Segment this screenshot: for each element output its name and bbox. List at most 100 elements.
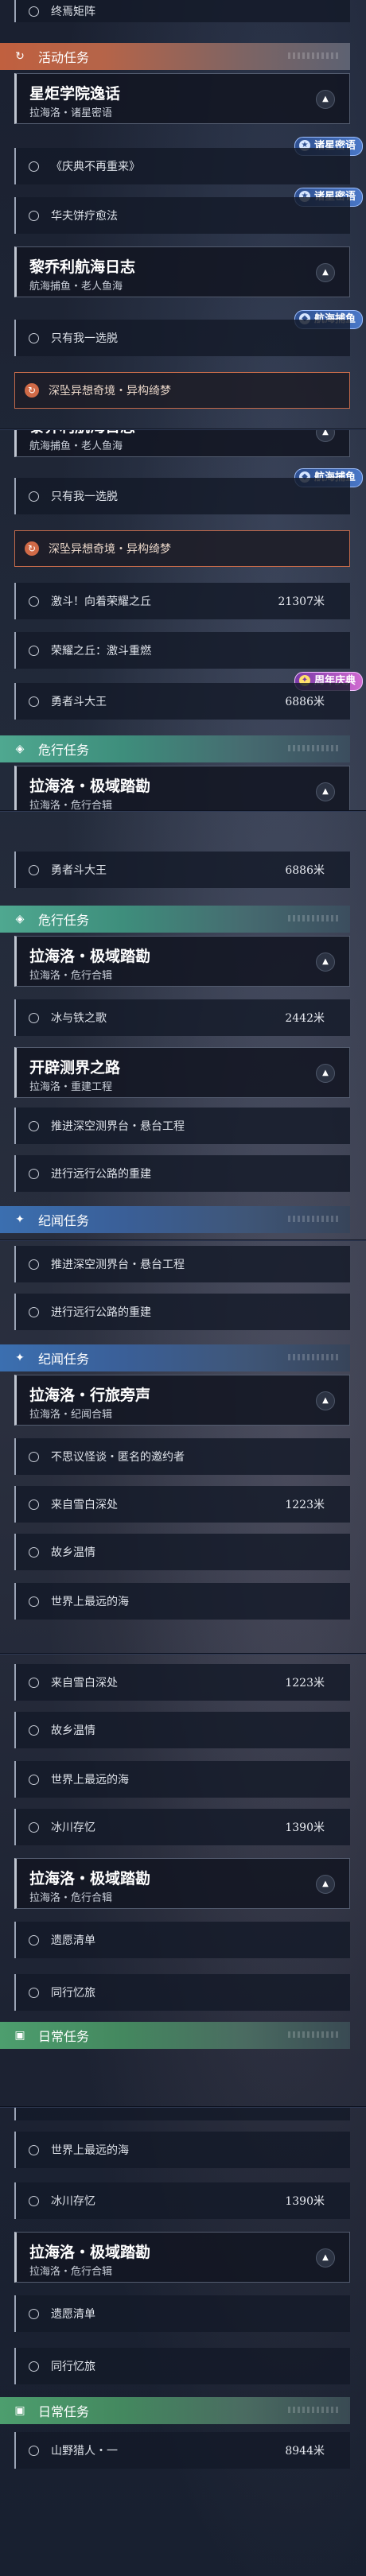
quest-label: 勇者斗大王 [51, 696, 107, 708]
section-header-chronicle[interactable]: ✦ 纪闻任务 [0, 1206, 350, 1233]
header-stripes [288, 745, 341, 751]
circle-icon [29, 1774, 39, 1785]
calendar-icon: ▣ [14, 2029, 25, 2042]
circle-icon [29, 1259, 39, 1270]
quest-label: 冰川存忆 [51, 2195, 95, 2208]
quest-row-yongzhe-3[interactable]: 勇者斗大王 6886米 [14, 852, 350, 888]
quest-card-xinglv[interactable]: 拉海洛・行旅旁声 拉海洛・纪闻合辑 ▲ [14, 1375, 350, 1426]
quest-label: 冰川存忆 [51, 1821, 95, 1834]
quest-label: 华夫饼疗愈法 [51, 210, 118, 223]
quest-row-zhongyan[interactable]: 终焉矩阵 [14, 0, 350, 22]
quest-card-jiyu-5[interactable]: 拉海洛・极域踏勘 拉海洛・危行合辑 ▲ [14, 1858, 350, 1909]
quest-card-kaipi[interactable]: 开辟测界之路 拉海洛・重建工程 ▲ [14, 1047, 350, 1098]
spiral-icon: ↻ [25, 383, 39, 398]
sparkle-icon: ✦ [15, 1352, 25, 1364]
circle-icon [29, 1499, 39, 1510]
quest-row-zuiyuan-6[interactable]: 世界上最远的海 [14, 2132, 350, 2168]
quest-label: 同行忆旅 [51, 1987, 95, 2000]
quest-row-guxiang-5[interactable]: 故乡温情 [14, 1712, 350, 1748]
card-title: 星炬学院逸话 [29, 85, 121, 103]
quest-row-guxiang-6[interactable]: 故乡温情 [14, 2108, 350, 2120]
section-title: 活动任务 [38, 50, 90, 65]
card-title: 拉海洛・极域踏勘 [29, 778, 151, 795]
quest-row-busiyi[interactable]: 不思议怪谈・匿名的邀约者 [14, 1438, 350, 1475]
circle-icon [29, 1120, 39, 1131]
quest-row-guxiang[interactable]: 故乡温情 [14, 1534, 350, 1570]
card-title: 拉海洛・极域踏勘 [29, 1870, 151, 1887]
quest-row-jinxing[interactable]: 进行远行公路的重建 [14, 1155, 350, 1192]
quest-row-zhiyou-2[interactable]: 只有我一选脱 [14, 478, 350, 514]
quest-panel-frame-2: 黎乔利航海日志 航海捕鱼・老人鱼海 ▲ ◆航海捕鱼 只有我一选脱 ↻ 深坠异想奇… [0, 429, 366, 812]
circle-icon [29, 1934, 39, 1946]
distance-label: 1223米 [285, 1677, 325, 1690]
quest-row-shenzhui[interactable]: ↻ 深坠异想奇境・异构绮梦 [14, 372, 350, 409]
quest-row-tongxing[interactable]: 同行忆旅 [14, 1974, 350, 2011]
quest-row-bingyutie[interactable]: 冰与铁之歌 2442米 [14, 999, 350, 1036]
circle-icon [29, 161, 39, 172]
section-title: 日常任务 [38, 2029, 90, 2044]
section-header-danger-3[interactable]: ◈ 危行任务 [0, 906, 350, 933]
quest-label: 激斗！向着荣耀之丘 [51, 596, 151, 608]
quest-row-tuijin[interactable]: 推进深空测界台・悬台工程 [14, 1108, 350, 1144]
distance-label: 21307米 [278, 596, 325, 608]
section-header-chronicle-4[interactable]: ✦ 纪闻任务 [0, 1344, 350, 1371]
diamond-icon: ◈ [15, 913, 25, 925]
quest-row-zuiyuan-5[interactable]: 世界上最远的海 [14, 1761, 350, 1798]
quest-row-huafu[interactable]: 华夫饼疗愈法 [14, 197, 350, 234]
quest-row-bingchuan-6[interactable]: 冰川存忆 1390米 [14, 2182, 350, 2219]
section-title: 日常任务 [38, 2404, 90, 2419]
quest-row-yongzhe[interactable]: 勇者斗大王 6886米 [14, 683, 350, 720]
quest-row-shanye[interactable]: 山野猎人・一 8944米 [14, 2432, 350, 2469]
quest-row-zuiyuan[interactable]: 世界上最远的海 [14, 1583, 350, 1620]
chevron-up-icon[interactable]: ▲ [316, 90, 335, 109]
quest-row-qingdian[interactable]: 《庆典不再重来》 [14, 148, 350, 184]
section-header-daily[interactable]: ▣ 日常任务 [0, 2022, 350, 2049]
quest-label: 只有我一选脱 [51, 491, 118, 503]
quest-card-jiyu-3[interactable]: 拉海洛・极域踏勘 拉海洛・危行合辑 ▲ [14, 936, 350, 987]
chevron-up-icon[interactable]: ▲ [316, 1064, 335, 1083]
quest-row-yiyuan[interactable]: 遗愿清单 [14, 1922, 350, 1958]
quest-row-xueyuan[interactable]: 来自雪白深处 1223米 [14, 1486, 350, 1523]
card-subtitle: 拉海洛・纪闻合辑 [29, 1409, 113, 1421]
card-subtitle: 航海捕鱼・老人鱼海 [29, 281, 123, 293]
quest-label: 遗愿清单 [51, 2308, 95, 2321]
quest-row-bingchuan[interactable]: 冰川存忆 1390米 [14, 1809, 350, 1845]
quest-label: 荣耀之丘：激斗重燃 [51, 645, 151, 658]
circle-icon [29, 1821, 39, 1833]
chevron-up-icon[interactable]: ▲ [316, 782, 335, 801]
chevron-up-icon[interactable]: ▲ [316, 1391, 335, 1410]
quest-label: 来自雪白深处 [51, 1677, 118, 1690]
section-header-daily-6[interactable]: ▣ 日常任务 [0, 2397, 350, 2424]
chevron-up-icon[interactable]: ▲ [316, 2248, 335, 2268]
chevron-up-icon[interactable]: ▲ [316, 1875, 335, 1894]
sparkle-icon: ✦ [15, 1213, 25, 1226]
card-title: 黎乔利航海日志 [29, 258, 136, 276]
quest-card-liqiao[interactable]: 黎乔利航海日志 航海捕鱼・老人鱼海 ▲ [14, 246, 350, 297]
distance-label: 1390米 [285, 1821, 325, 1834]
card-title: 拉海洛・极域踏勘 [29, 948, 151, 965]
quest-row-shenzhui-2[interactable]: ↻ 深坠异想奇境・异构绮梦 [14, 530, 350, 567]
section-header-activity[interactable]: ↻ 活动任务 [0, 43, 350, 70]
quest-row-tongxing-6[interactable]: 同行忆旅 [14, 2348, 350, 2384]
card-title: 拉海洛・行旅旁声 [29, 1387, 151, 1404]
quest-card-jiyu-6[interactable]: 拉海洛・极域踏勘 拉海洛・危行合辑 ▲ [14, 2232, 350, 2283]
quest-panel-frame-6: 故乡温情 世界上最远的海 冰川存忆 1390米 拉海洛・极域踏勘 拉海洛・危行合… [0, 2107, 366, 2576]
chevron-up-icon[interactable]: ▲ [316, 430, 335, 442]
quest-card-liqiao-2[interactable]: 黎乔利航海日志 航海捕鱼・老人鱼海 ▲ [14, 430, 350, 457]
quest-row-yiyuan-6[interactable]: 遗愿清单 [14, 2295, 350, 2332]
chevron-up-icon[interactable]: ▲ [316, 952, 335, 972]
quest-row-zhiyou[interactable]: 只有我一选脱 [14, 320, 350, 356]
quest-row-jidou[interactable]: 激斗！向着荣耀之丘 21307米 [14, 583, 350, 619]
quest-card-xingju[interactable]: 星炬学院逸话 拉海洛・诸星密语 ▲ [14, 73, 350, 124]
card-subtitle: 拉海洛・危行合辑 [29, 800, 113, 812]
quest-row-jinxing-4[interactable]: 进行远行公路的重建 [14, 1294, 350, 1330]
quest-log-screenshot: 终焉矩阵 ↻ 活动任务 星炬学院逸话 拉海洛・诸星密语 ▲ ★ 诸星密语 《庆典不… [0, 0, 366, 2576]
quest-row-tuijin-4[interactable]: 推进深空测界台・悬台工程 [14, 1246, 350, 1282]
chevron-up-icon[interactable]: ▲ [316, 263, 335, 282]
circle-icon [29, 1168, 39, 1179]
circle-icon [29, 2361, 39, 2372]
section-header-danger[interactable]: ◈ 危行任务 [0, 735, 350, 762]
quest-card-jiyu[interactable]: 拉海洛・极域踏勘 拉海洛・危行合辑 ▲ [14, 766, 350, 812]
quest-row-rongyao[interactable]: 荣耀之丘：激斗重燃 [14, 632, 350, 669]
quest-row-xueyuan-5[interactable]: 来自雪白深处 1223米 [14, 1664, 350, 1701]
